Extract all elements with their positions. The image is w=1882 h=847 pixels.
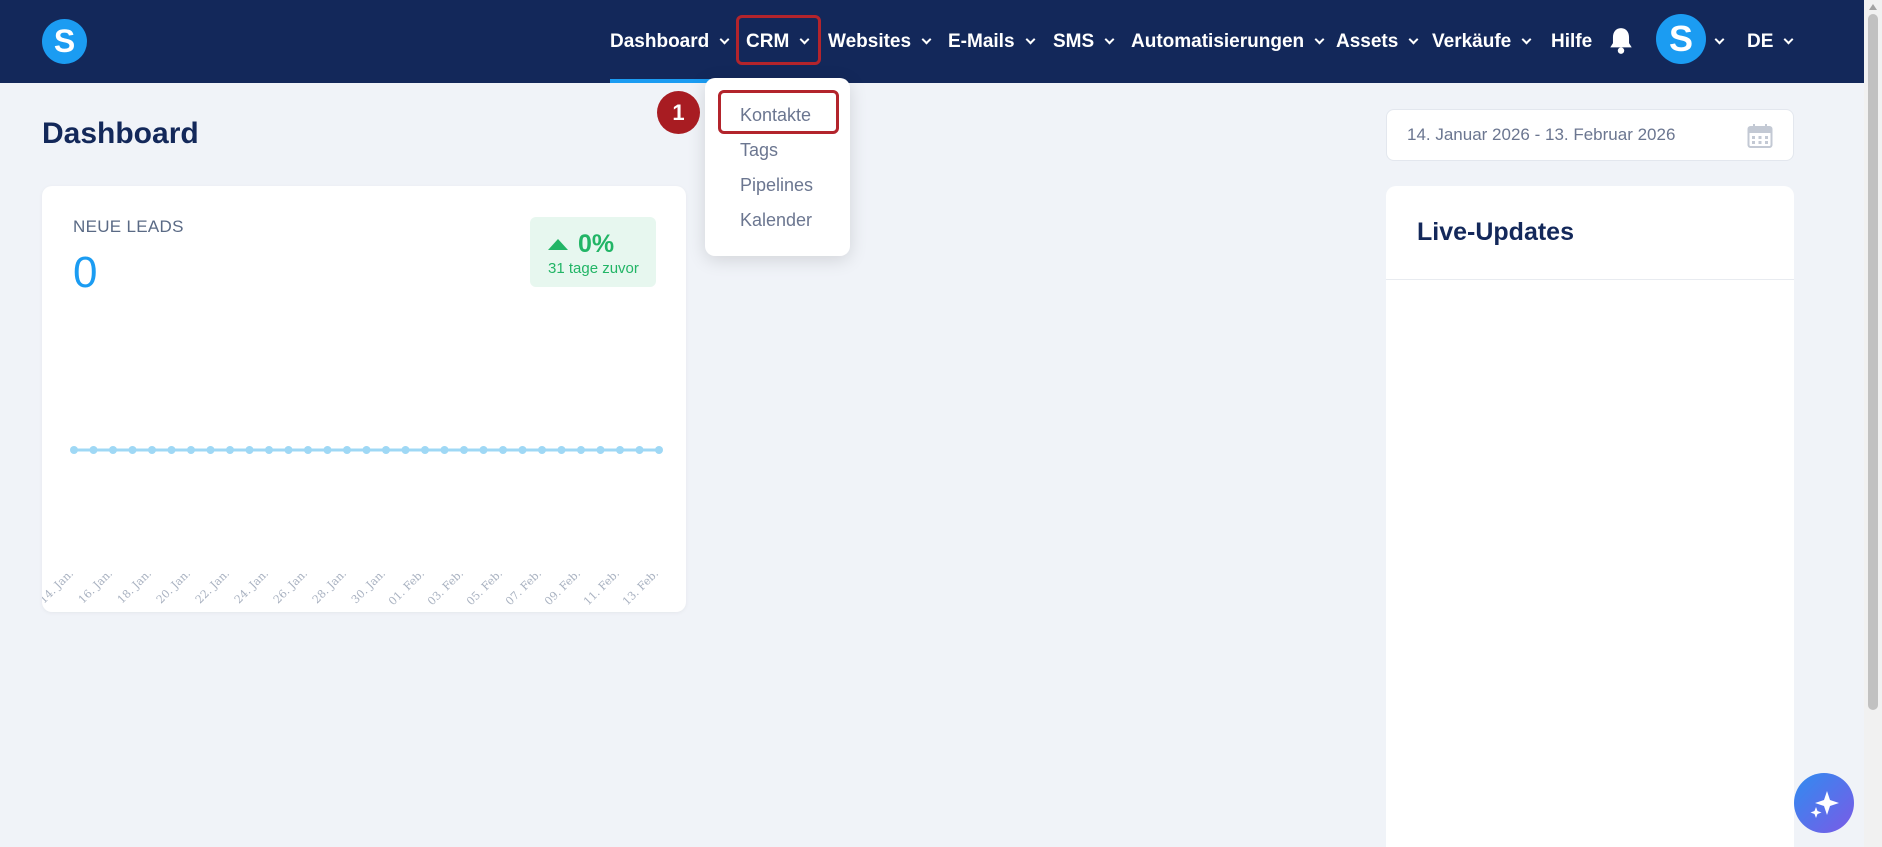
data-point (440, 446, 449, 454)
data-point (187, 446, 195, 454)
nav-verkaeufe-label: Verkäufe (1432, 30, 1512, 52)
x-tick-label: 28. Jan. (310, 567, 349, 606)
nav-sms-label: SMS (1053, 30, 1095, 52)
data-point (265, 446, 273, 454)
neue-leads-card: NEUE LEADS 0 0% 31 tage zuvor 14. Jan. 16… (42, 186, 686, 612)
data-point (148, 446, 156, 454)
nav-automatisierungen-label: Automatisierungen (1131, 30, 1305, 52)
x-tick-label: 26. Jan. (271, 567, 310, 606)
data-point (167, 446, 176, 454)
data-point (382, 446, 390, 454)
nav-emails-label: E-Mails (948, 30, 1015, 52)
kontakte-highlight-frame (718, 90, 839, 134)
date-range-picker[interactable]: 14. Januar 2026 - 13. Februar 2026 (1386, 109, 1794, 161)
language-switcher[interactable]: DE (1747, 0, 1794, 83)
data-point (109, 446, 117, 454)
menu-item-kalender[interactable]: Kalender (740, 210, 812, 231)
chevron-down-icon (1521, 34, 1532, 44)
menu-item-tags[interactable]: Tags (740, 140, 778, 161)
live-updates-title: Live-Updates (1417, 218, 1574, 246)
x-tick-label: 03. Feb. (425, 567, 466, 608)
data-point (538, 446, 546, 454)
nav-verkaeufe[interactable]: Verkäufe (1432, 0, 1532, 83)
bell-icon[interactable] (1608, 26, 1634, 56)
chevron-down-icon (1408, 34, 1419, 44)
divider (1386, 279, 1794, 280)
x-tick-label: 09. Feb. (542, 567, 583, 608)
leads-line-chart: 14. Jan. 16. Jan. 18. Jan. 20. Jan. 22. Jan.… (42, 446, 663, 608)
x-tick-label: 07. Feb. (503, 567, 544, 608)
x-tick-label: 01. Feb. (386, 567, 427, 608)
chevron-down-icon (1783, 34, 1794, 44)
data-point (635, 446, 644, 454)
nav-automatisierungen[interactable]: Automatisierungen (1131, 0, 1325, 83)
chevron-down-icon (1104, 34, 1115, 44)
x-tick-label: 18. Jan. (115, 567, 154, 606)
x-tick-label: 05. Feb. (464, 567, 505, 608)
scrollbar-thumb[interactable] (1868, 14, 1878, 710)
data-point (362, 446, 371, 454)
data-point (70, 446, 78, 454)
data-point (323, 446, 332, 454)
nav-dashboard[interactable]: Dashboard (610, 0, 730, 83)
language-label: DE (1747, 30, 1774, 52)
avatar-menu-toggle[interactable] (1712, 0, 1725, 83)
avatar[interactable]: S (1656, 14, 1706, 64)
menu-item-pipelines[interactable]: Pipelines (740, 175, 813, 196)
x-tick-label: 13. Feb. (620, 567, 661, 608)
top-navbar: S Dashboard CRM Websites E-Mails SMS Aut… (0, 0, 1864, 83)
nav-emails[interactable]: E-Mails (948, 0, 1035, 83)
data-point (421, 446, 429, 454)
data-point (226, 446, 234, 454)
scroll-up-arrow-icon[interactable] (1869, 4, 1877, 10)
nav-hilfe-label: Hilfe (1551, 30, 1593, 52)
data-point (89, 446, 98, 454)
nav-websites[interactable]: Websites (828, 0, 932, 83)
data-point (284, 446, 293, 454)
x-tick-label: 11. Feb. (581, 567, 622, 608)
nav-sms[interactable]: SMS (1053, 0, 1115, 83)
chevron-down-icon (1714, 34, 1725, 44)
data-point (518, 446, 527, 454)
data-point (616, 446, 624, 454)
data-point (557, 446, 566, 454)
data-point (460, 446, 468, 454)
data-point (245, 446, 254, 454)
chevron-down-icon (719, 34, 730, 44)
nav-websites-label: Websites (828, 30, 912, 52)
nav-dashboard-label: Dashboard (610, 30, 710, 52)
app-logo[interactable]: S (42, 19, 87, 64)
data-point (596, 446, 605, 454)
data-point (655, 446, 663, 454)
page-title: Dashboard (42, 117, 199, 150)
crm-highlight-frame (736, 15, 821, 65)
page-scrollbar[interactable] (1864, 0, 1882, 847)
calendar-icon (1747, 124, 1773, 148)
data-point (577, 446, 585, 454)
ai-assistant-button[interactable] (1794, 773, 1854, 833)
chevron-down-icon (921, 34, 932, 44)
step-badge: 1 (657, 91, 700, 134)
ai-sparkle-icon (1810, 791, 1839, 818)
x-tick-label: 22. Jan. (193, 567, 232, 606)
x-tick-label: 20. Jan. (154, 567, 193, 606)
chevron-down-icon (1025, 34, 1035, 44)
nav-hilfe[interactable]: Hilfe (1551, 0, 1592, 83)
data-point (206, 446, 215, 454)
nav-assets-label: Assets (1336, 30, 1399, 52)
x-tick-label: 16. Jan. (76, 567, 115, 606)
chevron-down-icon (1314, 34, 1325, 44)
data-point (304, 446, 312, 454)
data-point (343, 446, 351, 454)
data-point (499, 446, 507, 454)
x-tick-label: 30. Jan. (349, 567, 388, 606)
live-updates-card: Live-Updates (1386, 186, 1794, 847)
date-range-text: 14. Januar 2026 - 13. Februar 2026 (1407, 125, 1676, 144)
x-tick-label: 14. Jan. (42, 567, 76, 606)
data-point (479, 446, 488, 454)
data-point (128, 446, 137, 454)
data-point (401, 446, 410, 454)
x-tick-label: 24. Jan. (232, 567, 271, 606)
nav-assets[interactable]: Assets (1336, 0, 1419, 83)
